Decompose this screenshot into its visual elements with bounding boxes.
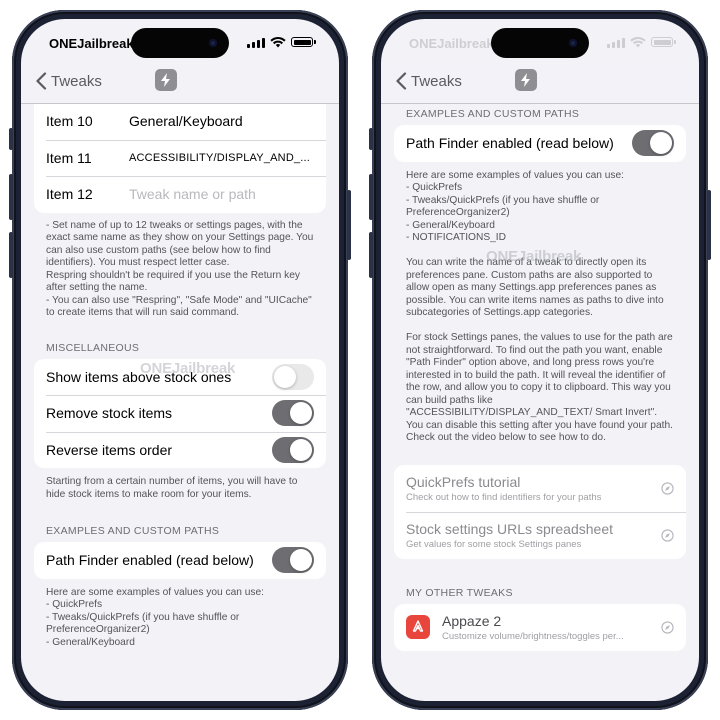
signal-icon — [247, 37, 265, 48]
item-key: Item 11 — [46, 149, 92, 166]
toggle-switch[interactable] — [272, 363, 314, 390]
path-finder-group: Path Finder enabled (read below) — [34, 542, 326, 579]
carrier-label: ONEJailbreak — [49, 36, 134, 51]
volume-down-button — [369, 232, 373, 278]
item-input[interactable]: Tweak name or path — [129, 186, 256, 202]
other-tweaks-group: Appaze 2 Customize volume/brightness/tog… — [394, 603, 686, 651]
tweak-subtitle: Customize volume/brightness/toggles per.… — [442, 630, 624, 642]
back-button[interactable]: Tweaks — [395, 72, 462, 90]
links-group: QuickPrefs tutorial Check out how to fin… — [394, 464, 686, 559]
toggle-label: Show items above stock ones — [46, 368, 232, 385]
appaze-icon — [406, 615, 430, 639]
toggle-row-reverse-order: Reverse items order — [34, 431, 326, 469]
chevron-left-icon — [396, 72, 407, 90]
action-button — [369, 128, 373, 150]
item-key: Item 10 — [46, 113, 93, 130]
camera-icon — [209, 39, 217, 47]
carrier-label: ONEJailbreak — [409, 36, 494, 51]
toggle-row-remove-stock: Remove stock items — [34, 395, 326, 432]
screen-right: ONEJailbreak Tweaks EXAMPLES AND CUSTOM … — [381, 19, 699, 701]
safari-icon — [661, 481, 674, 495]
volume-up-button — [369, 174, 373, 220]
link-subtitle: Get values for some stock Settings panes — [406, 538, 582, 550]
dynamic-island — [131, 28, 229, 58]
items-group: Item 10 General/Keyboard Item 11 ACCESSI… — [34, 103, 326, 213]
settings-content: Item 10 General/Keyboard Item 11 ACCESSI… — [21, 103, 339, 701]
link-title: QuickPrefs tutorial — [406, 473, 521, 490]
item-row[interactable]: Item 10 General/Keyboard — [34, 103, 326, 140]
link-quickprefs-tutorial[interactable]: QuickPrefs tutorial Check out how to fin… — [394, 465, 686, 512]
toggle-switch[interactable] — [272, 400, 314, 427]
safari-icon — [661, 620, 674, 634]
battery-icon — [291, 37, 316, 47]
toggle-switch[interactable] — [272, 436, 314, 463]
misc-group: Show items above stock ones Remove stock… — [34, 358, 326, 469]
paths-header: EXAMPLES AND CUSTOM PATHS — [46, 525, 220, 537]
toggle-row-show-above: Show items above stock ones — [34, 359, 326, 396]
phone-left: ONEJailbreak Tweaks Item 10 General/Keyb… — [9, 10, 351, 710]
chevron-left-icon — [36, 72, 47, 90]
paths-footer: Here are some examples of values you can… — [46, 586, 265, 648]
power-button — [347, 190, 351, 260]
tweak-row-appaze[interactable]: Appaze 2 Customize volume/brightness/tog… — [394, 604, 686, 651]
nav-bar: Tweaks — [381, 65, 699, 104]
paths-footer: Here are some examples of values you can… — [406, 169, 673, 444]
toggle-row-path-finder: Path Finder enabled (read below) — [34, 542, 326, 579]
other-tweaks-header: MY OTHER TWEAKS — [406, 586, 513, 599]
back-label: Tweaks — [51, 72, 102, 90]
action-button — [9, 128, 13, 150]
wifi-icon — [270, 36, 286, 48]
volume-down-button — [9, 232, 13, 278]
dynamic-island — [491, 28, 589, 58]
items-footer: - Set name of up to 12 tweaks or setting… — [46, 219, 314, 319]
item-row[interactable]: Item 12 Tweak name or path — [34, 176, 326, 213]
toggle-switch[interactable] — [632, 130, 674, 157]
item-value[interactable]: ACCESSIBILITY/DISPLAY_AND_... — [129, 152, 310, 164]
power-button — [707, 190, 711, 260]
paths-header: EXAMPLES AND CUSTOM PATHS — [406, 108, 580, 120]
misc-footer: Starting from a certain number of items,… — [46, 476, 298, 500]
lightning-icon — [155, 69, 177, 91]
toggle-row-path-finder: Path Finder enabled (read below) — [394, 125, 686, 162]
link-subtitle: Check out how to find identifiers for yo… — [406, 491, 602, 503]
toggle-label: Path Finder enabled (read below) — [46, 552, 254, 569]
battery-icon — [651, 37, 676, 47]
phone-right: ONEJailbreak Tweaks EXAMPLES AND CUSTOM … — [369, 10, 711, 710]
toggle-label: Reverse items order — [46, 441, 173, 458]
lightning-icon — [515, 69, 537, 91]
safari-icon — [661, 528, 674, 542]
camera-icon — [569, 39, 577, 47]
path-finder-group: Path Finder enabled (read below) — [394, 125, 686, 162]
signal-icon — [607, 37, 625, 48]
volume-up-button — [9, 174, 13, 220]
item-row[interactable]: Item 11 ACCESSIBILITY/DISPLAY_AND_... — [34, 139, 326, 177]
tweak-title: Appaze 2 — [442, 612, 502, 629]
misc-header: MISCELLANEOUS — [46, 341, 140, 354]
item-value[interactable]: General/Keyboard — [129, 113, 243, 129]
settings-content: EXAMPLES AND CUSTOM PATHS Path Finder en… — [381, 103, 699, 701]
toggle-label: Remove stock items — [46, 405, 173, 422]
back-button[interactable]: Tweaks — [35, 72, 102, 90]
nav-bar: Tweaks — [21, 65, 339, 104]
screen-left: ONEJailbreak Tweaks Item 10 General/Keyb… — [21, 19, 339, 701]
link-stock-urls-spreadsheet[interactable]: Stock settings URLs spreadsheet Get valu… — [394, 511, 686, 559]
toggle-switch[interactable] — [272, 547, 314, 574]
toggle-label: Path Finder enabled (read below) — [406, 135, 614, 152]
wifi-icon — [630, 36, 646, 48]
item-key: Item 12 — [46, 186, 93, 203]
back-label: Tweaks — [411, 72, 462, 90]
link-title: Stock settings URLs spreadsheet — [406, 520, 613, 537]
